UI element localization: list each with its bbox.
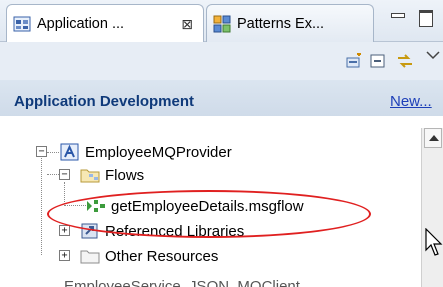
new-application-icon[interactable] bbox=[345, 53, 363, 69]
new-link[interactable]: New... bbox=[390, 93, 432, 110]
tree-item-label: EmployeeService_JSON_MQClient bbox=[64, 278, 300, 287]
other-resources-folder-icon bbox=[80, 250, 100, 264]
section-header: Application Development New... bbox=[0, 80, 443, 116]
tree-connector bbox=[47, 174, 59, 175]
close-tab-icon[interactable]: ⊠ bbox=[181, 16, 193, 33]
expand-toggle[interactable]: + bbox=[59, 225, 70, 236]
application-view-icon bbox=[13, 16, 31, 32]
view-tab-bar: Application ... ⊠ Patterns Ex... bbox=[0, 0, 443, 43]
tree-item-label: Other Resources bbox=[105, 247, 219, 265]
tree-item-next-project[interactable]: EmployeeService_JSON_MQClient bbox=[0, 276, 443, 287]
tree-connector bbox=[47, 152, 59, 153]
tree-item-other-resources[interactable]: Other Resources bbox=[80, 245, 218, 267]
flows-folder-icon bbox=[80, 169, 100, 183]
tree-item-label: Flows bbox=[105, 166, 145, 184]
highlight-annotation bbox=[47, 190, 371, 238]
scroll-up-icon[interactable] bbox=[424, 128, 442, 148]
tree-item-flows[interactable]: Flows bbox=[80, 164, 144, 186]
tab-application-development[interactable]: Application ... ⊠ bbox=[6, 4, 204, 43]
view-toolbar bbox=[0, 42, 443, 80]
view-menu-icon[interactable] bbox=[424, 47, 442, 63]
vertical-scrollbar[interactable] bbox=[421, 128, 443, 287]
collapse-all-icon[interactable] bbox=[369, 53, 387, 69]
tree-item-label: EmployeeMQProvider bbox=[85, 143, 232, 161]
section-title: Application Development bbox=[14, 93, 195, 110]
collapse-toggle[interactable]: − bbox=[36, 146, 47, 157]
tab-label: Patterns Ex... bbox=[237, 15, 325, 32]
maximize-icon[interactable] bbox=[416, 8, 434, 27]
mouse-pointer-icon bbox=[425, 228, 443, 256]
application-project-icon bbox=[60, 143, 79, 161]
link-with-editor-icon[interactable] bbox=[396, 53, 414, 69]
minimize-icon[interactable] bbox=[388, 8, 406, 26]
tab-label: Application ... bbox=[37, 16, 125, 32]
expand-toggle[interactable]: + bbox=[59, 250, 70, 261]
patterns-explorer-icon bbox=[213, 15, 231, 32]
tree-item-project[interactable]: EmployeeMQProvider bbox=[60, 141, 232, 163]
tree-connector bbox=[41, 158, 42, 255]
collapse-toggle[interactable]: − bbox=[59, 169, 70, 180]
tab-patterns-explorer[interactable]: Patterns Ex... bbox=[206, 4, 374, 42]
